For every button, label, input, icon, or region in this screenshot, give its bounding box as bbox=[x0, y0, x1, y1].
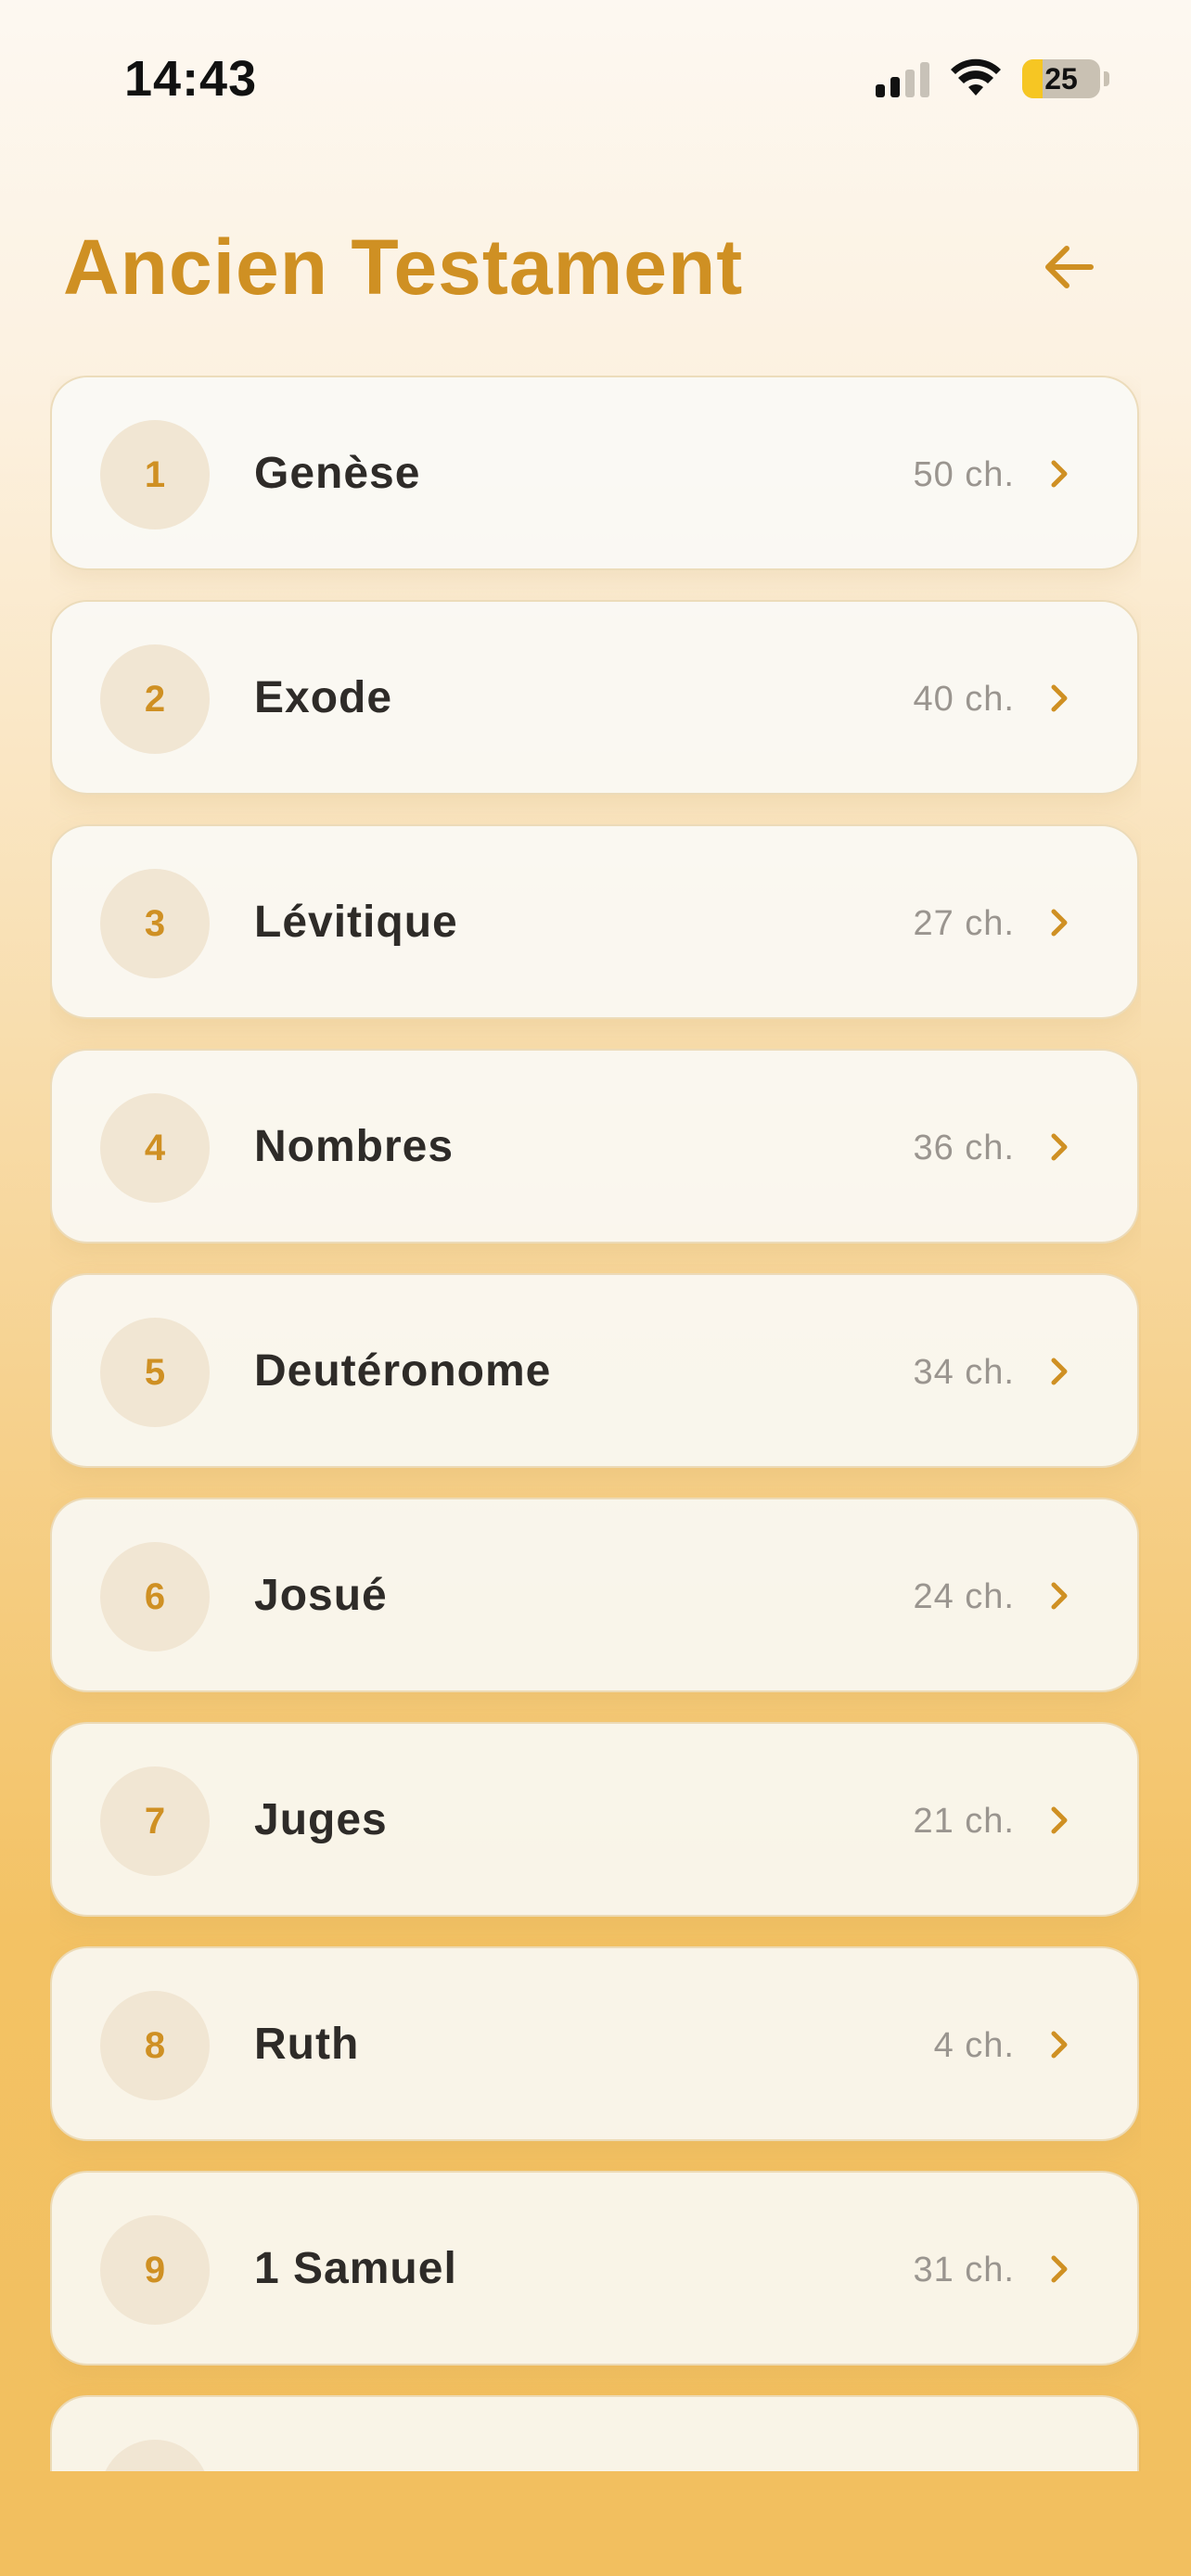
book-number: 6 bbox=[100, 1542, 210, 1651]
chevron-right-icon bbox=[1051, 1806, 1068, 1834]
page-title: Ancien Testament bbox=[63, 223, 744, 311]
book-name: Deutéronome bbox=[254, 1346, 552, 1396]
chapter-count: 36 ch. bbox=[913, 1129, 1015, 1167]
book-name: Josué bbox=[254, 1571, 388, 1620]
chapter-count: 50 ch. bbox=[913, 455, 1015, 494]
book-number: 4 bbox=[100, 1093, 210, 1203]
chevron-right-icon bbox=[1051, 1582, 1068, 1610]
chapter-count: 21 ch. bbox=[913, 1802, 1015, 1841]
chapter-count: 34 ch. bbox=[913, 1353, 1015, 1392]
chevron-right-icon bbox=[1051, 2031, 1068, 2059]
list-item[interactable]: 7 Juges 21 ch. bbox=[50, 1722, 1139, 1917]
chevron-right-icon bbox=[1051, 684, 1068, 712]
bottom-band bbox=[0, 2471, 1191, 2576]
chapter-count: 4 ch. bbox=[933, 2026, 1015, 2065]
page-header: Ancien Testament bbox=[0, 213, 1191, 325]
book-name: Genèse bbox=[254, 449, 421, 498]
book-number: 3 bbox=[100, 869, 210, 978]
book-name: Ruth bbox=[254, 2020, 360, 2069]
book-number: 7 bbox=[100, 1766, 210, 1876]
book-number: 8 bbox=[100, 1991, 210, 2100]
book-name: 1 Samuel bbox=[254, 2244, 457, 2293]
battery-level: 25 bbox=[1044, 61, 1078, 96]
book-number: 1 bbox=[100, 420, 210, 529]
battery-tip bbox=[1104, 71, 1109, 86]
book-name: Exode bbox=[254, 673, 393, 722]
book-number bbox=[100, 2440, 210, 2471]
book-number: 9 bbox=[100, 2215, 210, 2325]
status-bar: 14:43 25 bbox=[0, 0, 1191, 158]
chevron-right-icon bbox=[1051, 1133, 1068, 1161]
list-item[interactable]: 8 Ruth 4 ch. bbox=[50, 1946, 1139, 2141]
chevron-right-icon bbox=[1051, 1358, 1068, 1385]
book-name: Nombres bbox=[254, 1122, 455, 1171]
book-name: Lévitique bbox=[254, 898, 458, 947]
list-item[interactable]: 1 Genèse 50 ch. bbox=[50, 376, 1139, 570]
battery-icon: 25 bbox=[1022, 59, 1100, 98]
list-item[interactable]: 4 Nombres 36 ch. bbox=[50, 1049, 1139, 1243]
book-list[interactable]: 1 Genèse 50 ch. 2 Exode 40 ch. 3 Lévitiq… bbox=[50, 376, 1141, 2471]
wifi-icon bbox=[951, 58, 1001, 96]
book-name: Juges bbox=[254, 1795, 388, 1844]
book-number: 2 bbox=[100, 644, 210, 754]
chevron-right-icon bbox=[1051, 909, 1068, 937]
list-item[interactable]: 2 Exode 40 ch. bbox=[50, 600, 1139, 795]
chevron-right-icon bbox=[1051, 2255, 1068, 2283]
status-time: 14:43 bbox=[124, 51, 258, 107]
list-item[interactable]: 5 Deutéronome 34 ch. bbox=[50, 1273, 1139, 1468]
list-item[interactable] bbox=[50, 2395, 1139, 2471]
chapter-count: 40 ch. bbox=[913, 680, 1015, 719]
list-item[interactable]: 3 Lévitique 27 ch. bbox=[50, 824, 1139, 1019]
arrow-left-icon bbox=[1045, 246, 1094, 288]
chevron-right-icon bbox=[1051, 460, 1068, 488]
list-item[interactable]: 9 1 Samuel 31 ch. bbox=[50, 2171, 1139, 2366]
status-icons: 25 bbox=[876, 56, 1109, 102]
book-number: 5 bbox=[100, 1318, 210, 1427]
back-button[interactable] bbox=[1035, 234, 1102, 300]
chapter-count: 24 ch. bbox=[913, 1577, 1015, 1616]
chapter-count: 31 ch. bbox=[913, 2251, 1015, 2289]
chapter-count: 27 ch. bbox=[913, 904, 1015, 943]
cellular-signal-icon bbox=[876, 60, 929, 97]
list-item[interactable]: 6 Josué 24 ch. bbox=[50, 1498, 1139, 1692]
